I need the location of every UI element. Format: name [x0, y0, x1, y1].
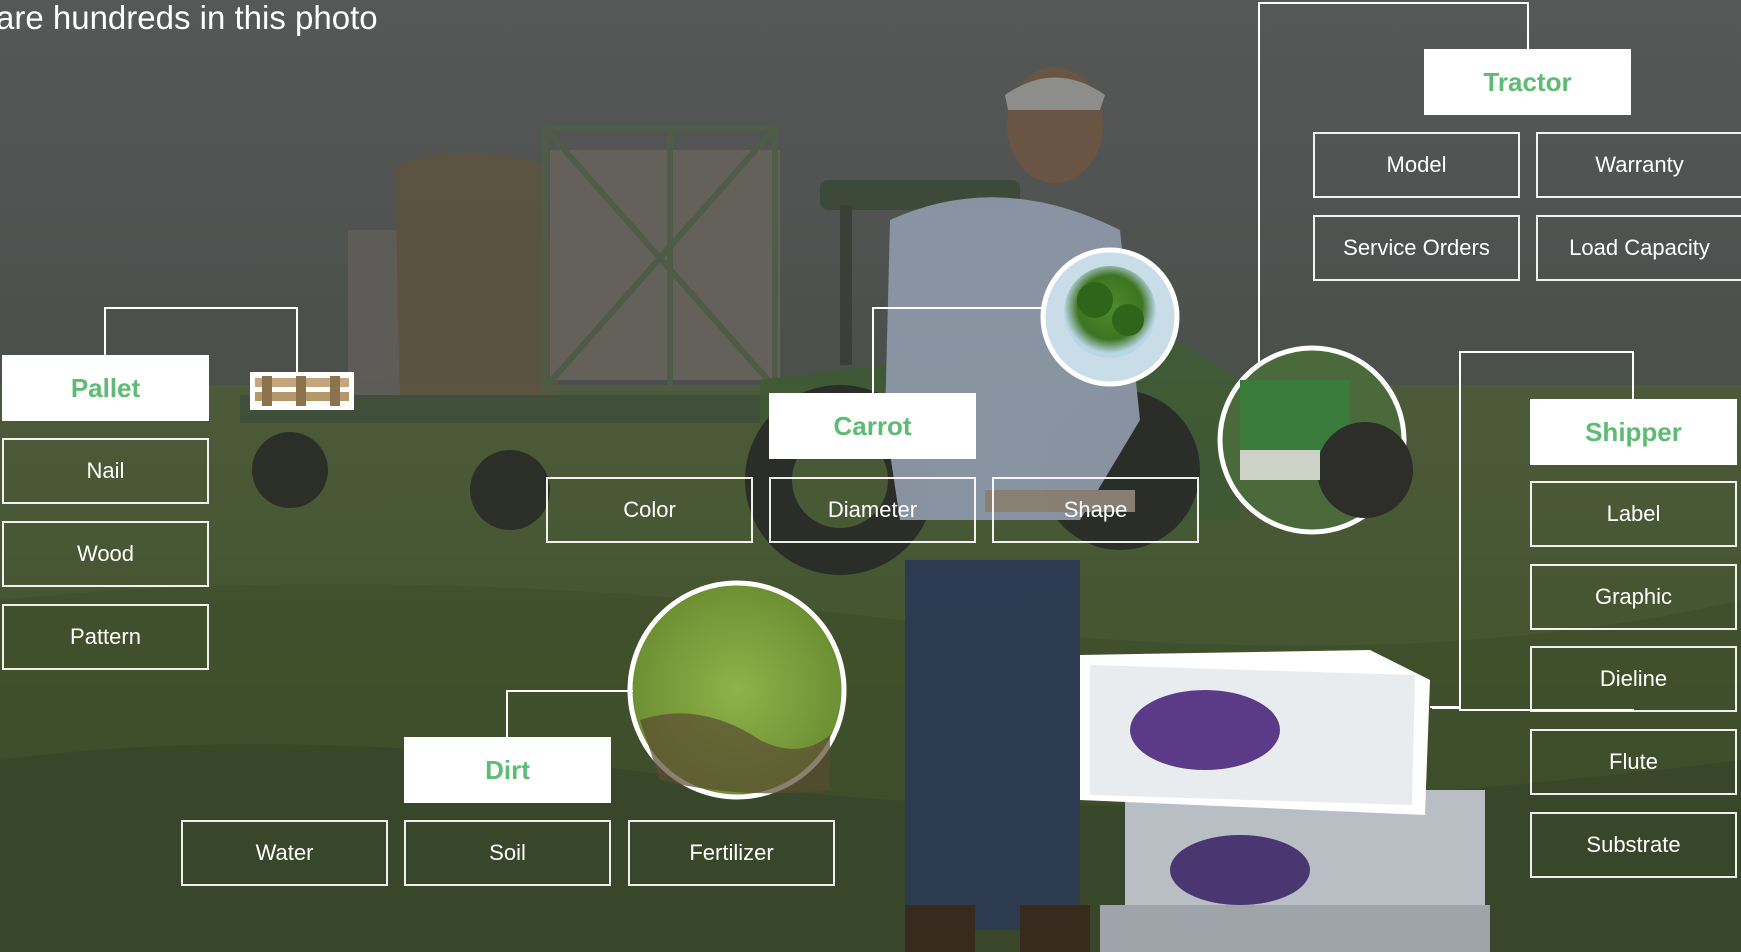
pallet-cutout	[250, 372, 354, 410]
tractor-connector-drop	[1527, 2, 1529, 50]
carrot-prop-diameter: Diameter	[769, 477, 976, 543]
tractor-prop-load-capacity: Load Capacity	[1536, 215, 1741, 281]
shipper-prop-graphic: Graphic	[1530, 564, 1737, 630]
carrot-title: Carrot	[769, 393, 976, 459]
dirt-prop-water: Water	[181, 820, 388, 886]
annotated-photo: are hundreds in this photo Tractor Model…	[0, 0, 1741, 952]
shipper-connector-drop	[1632, 351, 1634, 401]
carrot-prop-shape: Shape	[992, 477, 1199, 543]
pallet-prop-nail: Nail	[2, 438, 209, 504]
dirt-prop-fertilizer: Fertilizer	[628, 820, 835, 886]
shipper-prop-substrate: Substrate	[1530, 812, 1737, 878]
carrot-zoom	[1040, 247, 1180, 387]
dirt-prop-soil: Soil	[404, 820, 611, 886]
shipper-prop-label: Label	[1530, 481, 1737, 547]
shipper-title: Shipper	[1530, 399, 1737, 465]
carrot-connector	[872, 307, 1046, 397]
tractor-prop-service-orders: Service Orders	[1313, 215, 1520, 281]
shipper-boxes	[1080, 650, 1490, 952]
pallet-prop-wood: Wood	[2, 521, 209, 587]
pallet-prop-pattern: Pattern	[2, 604, 209, 670]
dirt-connector	[506, 690, 633, 738]
dirt-zoom	[627, 580, 847, 800]
shipper-prop-flute: Flute	[1530, 729, 1737, 795]
tractor-title: Tractor	[1424, 49, 1631, 115]
dirt-title: Dirt	[404, 737, 611, 803]
pallet-title: Pallet	[2, 355, 209, 421]
tractor-prop-model: Model	[1313, 132, 1520, 198]
shipper-connector-tick	[1432, 707, 1461, 709]
tractor-prop-warranty: Warranty	[1536, 132, 1741, 198]
carrot-prop-color: Color	[546, 477, 753, 543]
headline: are hundreds in this photo	[0, 0, 378, 36]
shipper-prop-dieline: Dieline	[1530, 646, 1737, 712]
